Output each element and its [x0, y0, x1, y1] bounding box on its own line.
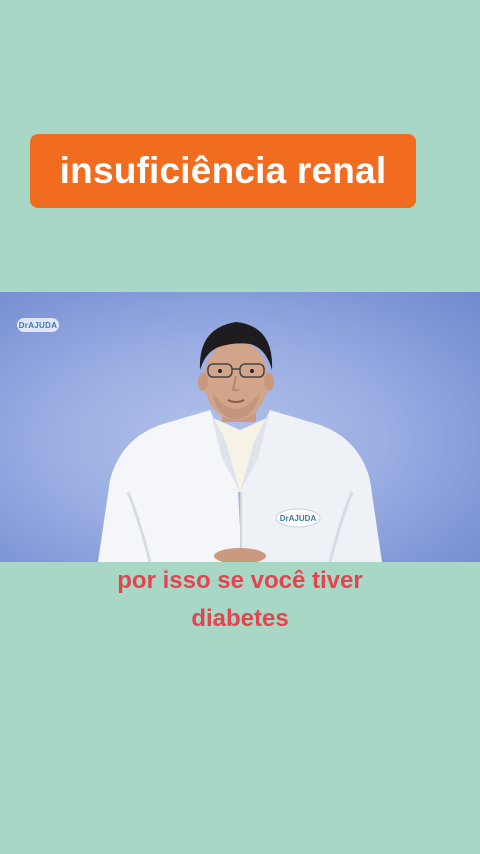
caption-line-1: por isso se você tiver: [117, 567, 363, 594]
logo-badge-text: DrAJUDA: [18, 320, 58, 330]
caption: por isso se você tiver diabetes: [0, 562, 480, 638]
title-banner: insuficiência renal: [30, 134, 416, 208]
coat-logo-icon: DrAJUDA: [275, 508, 321, 528]
svg-text:DrAJUDA: DrAJUDA: [280, 514, 317, 523]
logo-badge-icon: DrAJUDA: [17, 318, 59, 332]
title-text: insuficiência renal: [59, 150, 387, 191]
presenter-illustration: DrAJUDA: [98, 322, 382, 562]
caption-line-2: diabetes: [191, 605, 289, 632]
video-frame[interactable]: DrAJUDA DrAJUDA: [0, 292, 480, 562]
